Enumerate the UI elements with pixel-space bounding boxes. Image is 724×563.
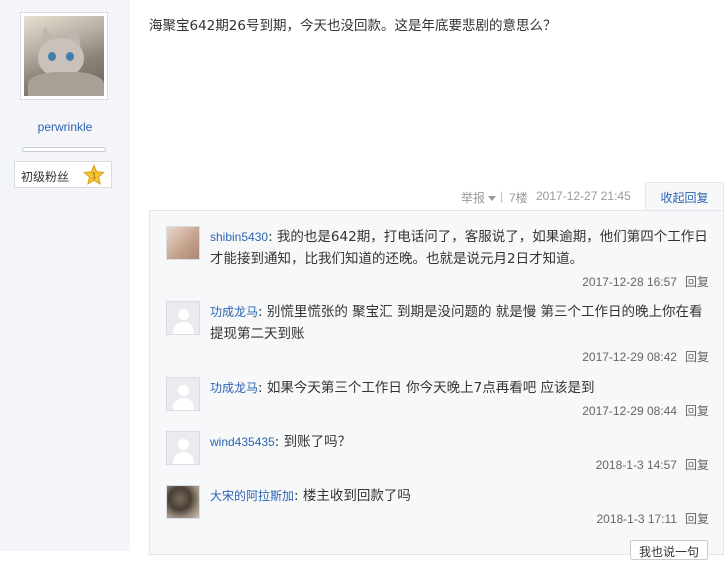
level-badge[interactable]: 初级粉丝 1 bbox=[14, 161, 112, 188]
post-content: 海聚宝642期26号到期，今天也没回款。这是年底要悲剧的意思么？ bbox=[149, 18, 557, 34]
report-link[interactable]: 举报 bbox=[461, 189, 497, 206]
reply-text: 别慌里慌张的 聚宝汇 到期是没问题的 就是慢 第三个工作日的晚上你在看 提现第二… bbox=[210, 304, 703, 342]
level-name: 初级粉丝 bbox=[21, 170, 70, 184]
reply-text: 我的也是642期，打电话问了，客服说了，如果逾期，他们第四个工作日才能接到通知，… bbox=[210, 229, 708, 267]
caret-down-icon bbox=[488, 196, 497, 202]
reply-button[interactable]: 回复 bbox=[685, 458, 709, 472]
reply-avatar[interactable] bbox=[166, 431, 200, 465]
post-floor: 7楼 bbox=[509, 191, 528, 205]
reply-colon: : bbox=[258, 304, 263, 320]
reply-time: 2018-1-3 14:57 bbox=[595, 458, 677, 472]
reply-colon: : bbox=[258, 380, 263, 396]
collapse-replies-button[interactable]: 收起回复 bbox=[645, 182, 724, 211]
cat-avatar-image bbox=[24, 16, 104, 96]
reply-username[interactable]: 功成龙马 bbox=[210, 305, 258, 319]
reply-content: 功成龙马: 如果今天第三个工作日 你今天晚上7点再看吧 应该是到 bbox=[210, 377, 710, 399]
author-sidebar: perwrinkle 初级粉丝 1 bbox=[0, 0, 130, 551]
level-progress-bar bbox=[22, 147, 106, 152]
reply-avatar[interactable] bbox=[166, 377, 200, 411]
default-user-icon bbox=[178, 309, 189, 320]
author-username[interactable]: perwrinkle bbox=[0, 120, 130, 134]
reply-footer: 2017-12-29 08:44 回复 bbox=[582, 402, 709, 419]
meta-divider: | bbox=[500, 189, 504, 203]
reply-text: 到账了吗？ bbox=[283, 434, 352, 450]
default-user-icon bbox=[178, 439, 189, 450]
reply-time: 2017-12-28 16:57 bbox=[582, 275, 677, 289]
reply-content: 大宋的阿拉斯加: 楼主收到回款了吗 bbox=[210, 485, 710, 507]
reply-colon: : bbox=[274, 434, 280, 450]
add-comment-button[interactable]: 我也说一句 bbox=[630, 540, 708, 560]
reply-text: 楼主收到回款了吗 bbox=[302, 488, 411, 504]
reply-colon: : bbox=[268, 229, 273, 245]
reply-footer: 2018-1-3 17:11 回复 bbox=[596, 510, 709, 527]
reply-avatar[interactable] bbox=[166, 301, 200, 335]
reply-avatar[interactable] bbox=[166, 226, 200, 260]
reply-content: shibin5430: 我的也是642期，打电话问了，客服说了，如果逾期，他们第… bbox=[210, 226, 710, 270]
reply-footer: 2018-1-3 14:57 回复 bbox=[596, 456, 709, 473]
default-user-icon bbox=[178, 385, 189, 396]
level-number: 1 bbox=[92, 172, 97, 181]
author-avatar[interactable] bbox=[20, 12, 108, 100]
reply-colon: : bbox=[294, 488, 299, 504]
star-level-icon: 1 bbox=[83, 164, 105, 185]
reply-time: 2018-1-3 17:11 bbox=[596, 512, 677, 526]
reply-username[interactable]: 大宋的阿拉斯加 bbox=[210, 489, 294, 503]
reply-button[interactable]: 回复 bbox=[685, 404, 709, 418]
reply-button[interactable]: 回复 bbox=[685, 350, 709, 364]
reply-username[interactable]: shibin5430 bbox=[210, 230, 268, 244]
reply-content: wind435435: 到账了吗？ bbox=[210, 431, 710, 453]
report-label: 举报 bbox=[461, 191, 486, 205]
post-time: 2017-12-27 21:45 bbox=[536, 189, 631, 203]
reply-avatar[interactable] bbox=[166, 485, 200, 519]
reply-footer: 2017-12-29 08:42 回复 bbox=[582, 348, 709, 365]
reply-username[interactable]: wind435435 bbox=[210, 435, 275, 449]
reply-button[interactable]: 回复 bbox=[685, 512, 709, 526]
reply-text: 如果今天第三个工作日 你今天晚上7点再看吧 应该是到 bbox=[266, 380, 595, 396]
reply-time: 2017-12-29 08:42 bbox=[582, 350, 677, 364]
reply-footer: 2017-12-28 16:57 回复 bbox=[582, 273, 709, 290]
reply-button[interactable]: 回复 bbox=[685, 275, 709, 289]
reply-time: 2017-12-29 08:44 bbox=[582, 404, 677, 418]
reply-username[interactable]: 功成龙马 bbox=[210, 381, 258, 395]
reply-content: 功成龙马: 别慌里慌张的 聚宝汇 到期是没问题的 就是慢 第三个工作日的晚上你在… bbox=[210, 301, 710, 345]
